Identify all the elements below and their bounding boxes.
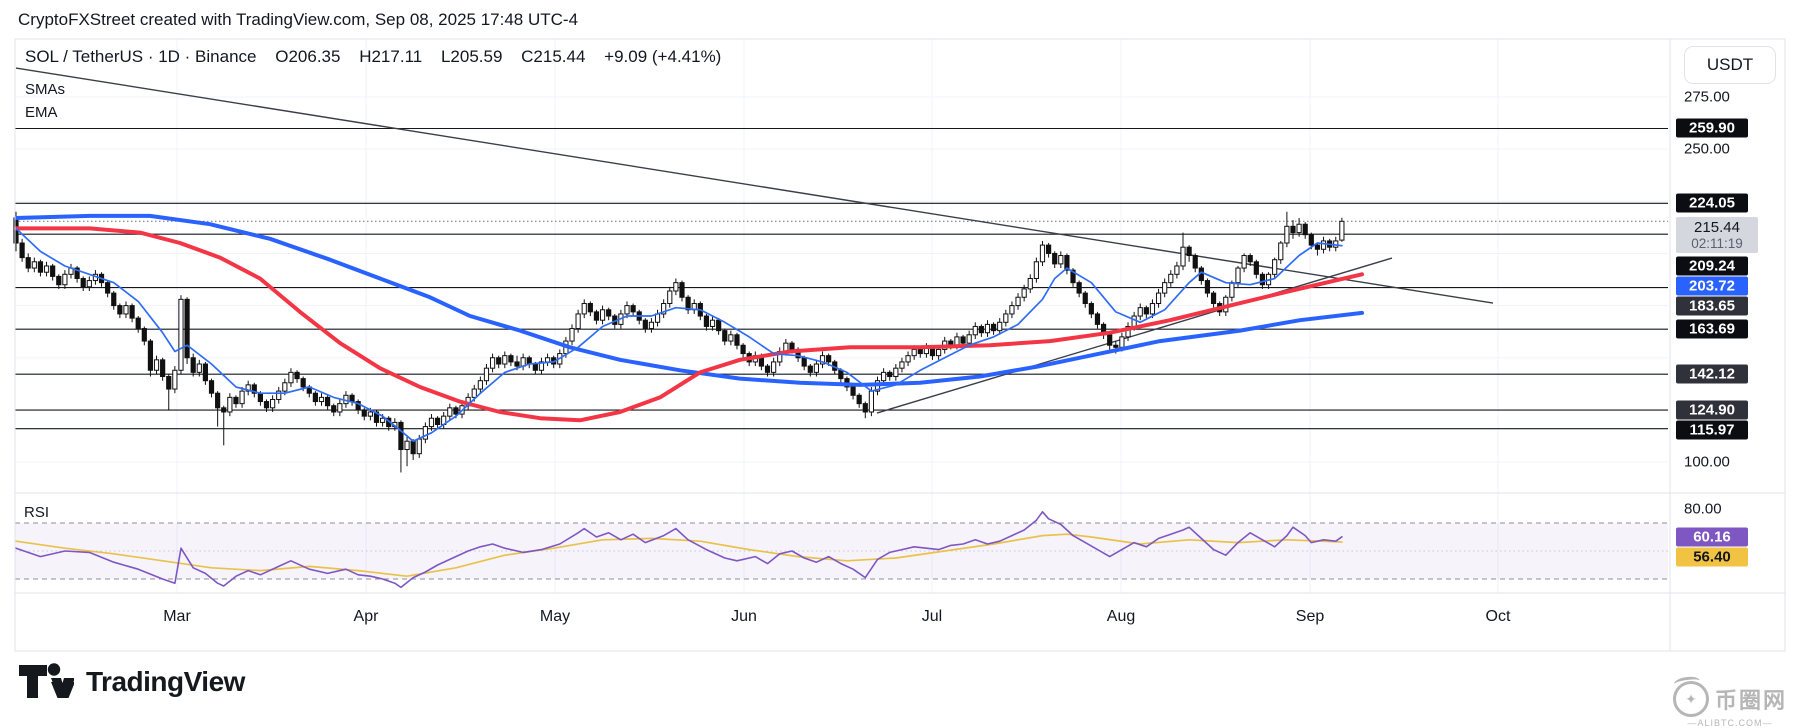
axis-label-275.00[interactable]: 275.00 <box>1684 89 1730 106</box>
tradingview-chart-page: CryptoFXStreet created with TradingView.… <box>0 0 1793 728</box>
ohlc-close: C215.44 <box>521 47 585 66</box>
credit-text: CryptoFXStreet created with TradingView.… <box>18 10 578 30</box>
current-price-label[interactable]: 215.4402:11:19 <box>1676 217 1758 253</box>
tradingview-logo[interactable]: TradingView <box>18 660 245 704</box>
axis-label-80.00[interactable]: 80.00 <box>1684 501 1722 518</box>
symbol-title[interactable]: SOL / TetherUS · 1D · Binance <box>25 47 257 66</box>
indicator-label-rsi[interactable]: RSI <box>24 504 49 521</box>
watermark-site-name: 币圈网 <box>1715 683 1787 715</box>
symbol-title-row: SOL / TetherUS · 1D · Binance O206.35 H2… <box>25 47 735 67</box>
ohlc-change: +9.09 (+4.41%) <box>604 47 721 66</box>
time-axis-label-Jul: Jul <box>922 608 942 626</box>
time-axis-label-Sep: Sep <box>1296 608 1324 626</box>
time-axis-label-Oct: Oct <box>1486 608 1511 626</box>
ohlc-low: L205.59 <box>441 47 502 66</box>
axis-badge-183.65[interactable]: 183.65 <box>1676 297 1748 316</box>
axis-badge-224.05[interactable]: 224.05 <box>1676 194 1748 213</box>
time-axis-label-May: May <box>540 608 570 626</box>
indicator-label-smas[interactable]: SMAs <box>25 81 65 98</box>
tradingview-logo-text: TradingView <box>86 666 245 698</box>
watermark-logo-icon: ✦ <box>1673 681 1709 717</box>
time-axis-label-Mar: Mar <box>163 608 191 626</box>
watermark-domain: —ALIBTC.COM— <box>1687 718 1772 728</box>
indicator-label-ema[interactable]: EMA <box>25 104 58 121</box>
axis-badge-163.69[interactable]: 163.69 <box>1676 320 1748 339</box>
axis-badge-115.97[interactable]: 115.97 <box>1676 421 1748 440</box>
ohlc-open: O206.35 <box>275 47 340 66</box>
axis-badge-142.12[interactable]: 142.12 <box>1676 365 1748 384</box>
axis-badge-203.72[interactable]: 203.72 <box>1676 277 1748 296</box>
axis-badge-259.90[interactable]: 259.90 <box>1676 119 1748 138</box>
tradingview-logo-icon <box>18 660 74 704</box>
rsi-badge-60.16[interactable]: 60.16 <box>1676 527 1748 546</box>
rsi-badge-56.40[interactable]: 56.40 <box>1676 547 1748 566</box>
chart-canvas[interactable] <box>0 0 1793 728</box>
ohlc-high: H217.11 <box>359 47 422 66</box>
site-watermark: ✦ 币圈网 —ALIBTC.COM— <box>1673 681 1787 728</box>
time-axis-label-Jun: Jun <box>731 608 757 626</box>
axis-label-100.00[interactable]: 100.00 <box>1684 454 1730 471</box>
time-axis-label-Aug: Aug <box>1107 608 1135 626</box>
axis-badge-209.24[interactable]: 209.24 <box>1676 257 1748 276</box>
axis-label-250.00[interactable]: 250.00 <box>1684 141 1730 158</box>
time-axis-label-Apr: Apr <box>354 608 379 626</box>
currency-toggle-button[interactable]: USDT <box>1684 46 1776 84</box>
axis-badge-124.90[interactable]: 124.90 <box>1676 401 1748 420</box>
